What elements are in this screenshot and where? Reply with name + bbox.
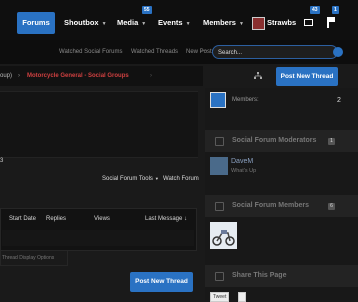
header-last-message[interactable]: Last Message ↓ (145, 216, 187, 222)
search-input[interactable]: Search... (212, 45, 338, 59)
forum-tools-label: Social Forum Tools (102, 176, 153, 182)
watch-forum-link[interactable]: Watch Forum (163, 176, 199, 182)
more-link[interactable]: ... (201, 47, 206, 53)
moderator-avatar[interactable] (210, 157, 228, 175)
collapse-icon[interactable] (215, 202, 224, 211)
nav-user[interactable]: Strawbs (267, 12, 296, 34)
search-icon[interactable] (333, 47, 343, 57)
collapse-icon[interactable] (215, 272, 224, 281)
group-avatar[interactable] (210, 92, 226, 108)
nav-media[interactable]: Media ▼ (117, 12, 146, 34)
breadcrumb-separator: › (150, 73, 152, 79)
members-title-count: 6 (328, 203, 335, 210)
sort-arrow-icon: ↓ (184, 216, 188, 222)
moderator-status: What's Up (231, 168, 257, 174)
nav-shoutbox-label: Shoutbox (64, 18, 99, 27)
post-new-thread-bottom-button[interactable]: Post New Thread (130, 272, 193, 292)
messages-badge: 43 (310, 6, 320, 14)
member-avatar[interactable] (210, 222, 237, 249)
chevron-down-icon: ▼ (154, 176, 159, 181)
chevron-down-icon: ▼ (101, 21, 107, 27)
members-count: 2 (337, 97, 341, 104)
watched-forums-link[interactable]: Watched Social Forums (59, 49, 122, 55)
user-avatar[interactable] (252, 17, 265, 30)
members-label: Members: (232, 97, 259, 103)
nav-events[interactable]: Events ▼ (158, 12, 191, 34)
header-replies[interactable]: Replies (46, 216, 66, 222)
tweet-count (238, 292, 246, 302)
breadcrumb-prev[interactable]: oup) (0, 73, 12, 79)
alerts-badge: 1 (332, 6, 339, 14)
chevron-down-icon: ▼ (141, 21, 147, 27)
sitemap-icon[interactable] (254, 72, 262, 80)
watched-threads-link[interactable]: Watched Threads (131, 49, 178, 55)
breadcrumb-separator: › (18, 73, 20, 79)
table-row[interactable] (2, 230, 194, 246)
page-number: 3 (0, 158, 4, 164)
moderators-count: 1 (328, 138, 335, 145)
header-views[interactable]: Views (94, 216, 110, 222)
header-last-message-label: Last Message (145, 216, 183, 222)
breadcrumb-current[interactable]: Motorcycle General - Social Groups (27, 73, 129, 79)
header-start-date[interactable]: Start Date (9, 216, 36, 222)
thread-display-options[interactable]: Thread Display Options (0, 250, 68, 266)
chevron-down-icon: ▼ (185, 21, 191, 27)
forum-description-panel (0, 91, 198, 158)
moderator-name[interactable]: DaveM (231, 158, 253, 165)
nav-members[interactable]: Members ▼ (203, 12, 244, 34)
media-badge: 55 (142, 6, 152, 14)
envelope-icon[interactable] (304, 19, 313, 26)
nav-shoutbox[interactable]: Shoutbox ▼ (64, 12, 107, 34)
nav-members-label: Members (203, 18, 236, 27)
nav-events-label: Events (158, 18, 183, 27)
tweet-button[interactable]: Tweet (210, 292, 230, 302)
flag-cloth (329, 17, 335, 22)
nav-media-label: Media (117, 18, 139, 27)
nav-forums[interactable]: Forums (17, 12, 55, 34)
members-title: Social Forum Members (232, 202, 310, 209)
share-title: Share This Page (232, 272, 287, 279)
forum-tools-menu[interactable]: Social Forum Tools ▼ (102, 176, 159, 182)
post-new-thread-button[interactable]: Post New Thread (276, 67, 338, 86)
moderators-title: Social Forum Moderators (232, 137, 317, 144)
collapse-icon[interactable] (215, 137, 224, 146)
motorcycle-icon (212, 230, 235, 246)
chevron-down-icon: ▼ (238, 21, 244, 27)
